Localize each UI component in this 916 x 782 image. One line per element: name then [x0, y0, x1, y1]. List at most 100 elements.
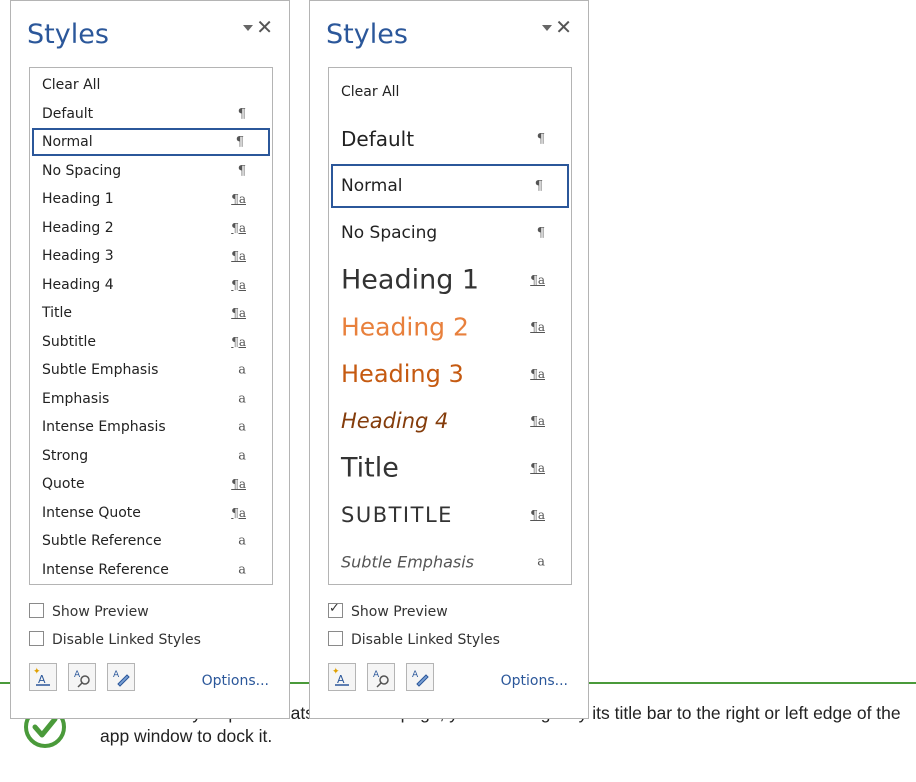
options-link[interactable]: Options...	[501, 673, 568, 689]
style-item-no-spacing[interactable]: No Spacing ¶	[331, 211, 569, 255]
disable-linked-styles-option[interactable]: Disable Linked Styles	[29, 631, 201, 648]
character-style-icon: a	[238, 362, 246, 378]
style-item-label: Heading 4	[42, 276, 114, 293]
style-item-subtle-emphasis[interactable]: Subtle Emphasis a	[32, 356, 270, 384]
style-item-quote[interactable]: Quote ¶a	[32, 470, 270, 498]
styles-pane-compact: Styles ✕ Clear All Default ¶ Normal ¶ No Spac…	[10, 0, 290, 719]
show-preview-option[interactable]: Show Preview	[328, 601, 448, 620]
style-item-label: Subtitle	[42, 333, 97, 350]
manage-styles-icon: A	[412, 670, 429, 687]
new-style-icon: A ✦	[33, 667, 50, 686]
style-item-subtle-reference[interactable]: Subtle Reference a	[32, 527, 270, 555]
style-item-label: Heading 3	[42, 248, 114, 264]
style-item-label: Normal	[42, 134, 93, 150]
character-style-icon: a	[238, 419, 246, 435]
linked-style-icon: ¶a	[231, 306, 246, 320]
style-item-heading-4[interactable]: Heading 4 ¶a	[331, 399, 569, 443]
style-item-label: No Spacing	[42, 162, 122, 179]
style-item-normal[interactable]: Normal ¶	[331, 164, 569, 208]
style-item-no-spacing[interactable]: No Spacing ¶	[32, 157, 270, 185]
styles-list: Clear All Default ¶ Normal ¶ No Spacing ¶ Headi…	[29, 67, 273, 585]
close-icon[interactable]: ✕	[555, 17, 572, 37]
paragraph-style-icon: ¶	[536, 131, 545, 147]
options-link[interactable]: Options...	[202, 673, 269, 689]
style-item-clear-all[interactable]: Clear All	[331, 70, 569, 114]
pane-title: Styles	[27, 19, 109, 50]
style-inspector-button[interactable]: A	[68, 663, 96, 691]
style-item-title[interactable]: Title ¶a	[331, 446, 569, 490]
style-item-heading-2[interactable]: Heading 2 ¶a	[32, 214, 270, 242]
style-item-label: SUBTITLE	[341, 503, 453, 527]
style-item-default[interactable]: Default ¶	[32, 100, 270, 128]
linked-style-icon: ¶a	[530, 273, 545, 287]
style-item-label: Heading 4	[341, 409, 449, 433]
style-item-label: Heading 3	[341, 360, 464, 388]
style-item-subtle-emphasis[interactable]: Subtle Emphasis a	[331, 540, 569, 584]
style-item-intense-emphasis[interactable]: Intense Emphasis a	[32, 413, 270, 441]
style-item-label: Emphasis	[42, 390, 110, 407]
svg-text:✦: ✦	[332, 667, 340, 677]
show-preview-option[interactable]: Show Preview	[29, 603, 149, 620]
style-item-heading-3[interactable]: Heading 3 ¶a	[32, 242, 270, 270]
show-preview-checkbox[interactable]	[328, 601, 343, 618]
pane-title: Styles	[326, 19, 408, 50]
manage-styles-button[interactable]: A	[406, 663, 434, 691]
style-item-intense-reference[interactable]: Intense Reference a	[32, 556, 270, 584]
style-inspector-button[interactable]: A	[367, 663, 395, 691]
linked-style-icon: ¶a	[231, 249, 246, 263]
disable-linked-styles-label: Disable Linked Styles	[52, 632, 201, 648]
linked-style-icon: ¶a	[530, 414, 545, 428]
style-item-label: Subtle Reference	[42, 533, 162, 549]
style-item-default[interactable]: Default ¶	[331, 117, 569, 161]
style-item-subtitle[interactable]: SUBTITLE ¶a	[331, 493, 569, 537]
styles-list: Clear All Default ¶ Normal ¶ No Spacing ¶ Headi…	[328, 67, 572, 585]
svg-text:✦: ✦	[33, 667, 41, 677]
style-item-heading-2[interactable]: Heading 2 ¶a	[331, 305, 569, 349]
style-item-label: Default	[42, 105, 94, 122]
disable-linked-styles-checkbox[interactable]	[29, 631, 44, 646]
pane-options-dropdown-icon[interactable]	[243, 25, 253, 31]
manage-styles-button[interactable]: A	[107, 663, 135, 691]
paragraph-style-icon: ¶	[536, 225, 545, 241]
linked-style-icon: ¶a	[530, 367, 545, 381]
style-item-strong[interactable]: Strong a	[32, 442, 270, 470]
style-item-heading-4[interactable]: Heading 4 ¶a	[32, 271, 270, 299]
linked-style-icon: ¶a	[231, 505, 246, 520]
style-item-label: Title	[42, 305, 73, 321]
pane-options-dropdown-icon[interactable]	[542, 25, 552, 31]
style-item-label: Intense Reference	[42, 561, 169, 578]
style-item-heading-3[interactable]: Heading 3 ¶a	[331, 352, 569, 396]
style-item-heading-1[interactable]: Heading 1 ¶a	[331, 258, 569, 302]
style-item-emphasis[interactable]: Emphasis a	[32, 385, 270, 413]
new-style-button[interactable]: A ✦	[328, 663, 356, 691]
style-item-label: Default	[341, 127, 415, 151]
show-preview-label: Show Preview	[351, 604, 448, 620]
linked-style-icon: ¶a	[231, 477, 246, 491]
paragraph-style-icon: ¶	[237, 163, 246, 178]
style-item-heading-1[interactable]: Heading 1 ¶a	[32, 185, 270, 213]
disable-linked-styles-checkbox[interactable]	[328, 631, 343, 646]
linked-style-icon: ¶a	[231, 220, 246, 235]
style-item-label: Heading 1	[341, 264, 480, 296]
close-icon[interactable]: ✕	[256, 17, 273, 37]
linked-style-icon: ¶a	[530, 508, 545, 522]
styles-pane-preview: Styles ✕ Clear All Default ¶ Normal ¶ No Spac…	[309, 0, 589, 719]
style-item-label: Heading 2	[42, 219, 114, 236]
character-style-icon: a	[238, 448, 246, 463]
style-item-intense-quote[interactable]: Intense Quote ¶a	[32, 499, 270, 527]
style-item-normal[interactable]: Normal ¶	[32, 128, 270, 156]
character-style-icon: a	[537, 554, 545, 570]
style-item-title[interactable]: Title ¶a	[32, 299, 270, 327]
linked-style-icon: ¶a	[231, 334, 246, 349]
paragraph-style-icon: ¶	[237, 106, 246, 121]
style-item-label: Intense Emphasis	[42, 419, 166, 435]
new-style-button[interactable]: A ✦	[29, 663, 57, 691]
show-preview-checkbox[interactable]	[29, 603, 44, 618]
svg-text:A: A	[74, 670, 81, 680]
manage-styles-icon: A	[113, 670, 130, 687]
style-item-clear-all[interactable]: Clear All	[32, 71, 270, 99]
linked-style-icon: ¶a	[231, 192, 246, 206]
disable-linked-styles-option[interactable]: Disable Linked Styles	[328, 631, 500, 648]
character-style-icon: a	[238, 533, 246, 549]
style-item-subtitle[interactable]: Subtitle ¶a	[32, 328, 270, 356]
